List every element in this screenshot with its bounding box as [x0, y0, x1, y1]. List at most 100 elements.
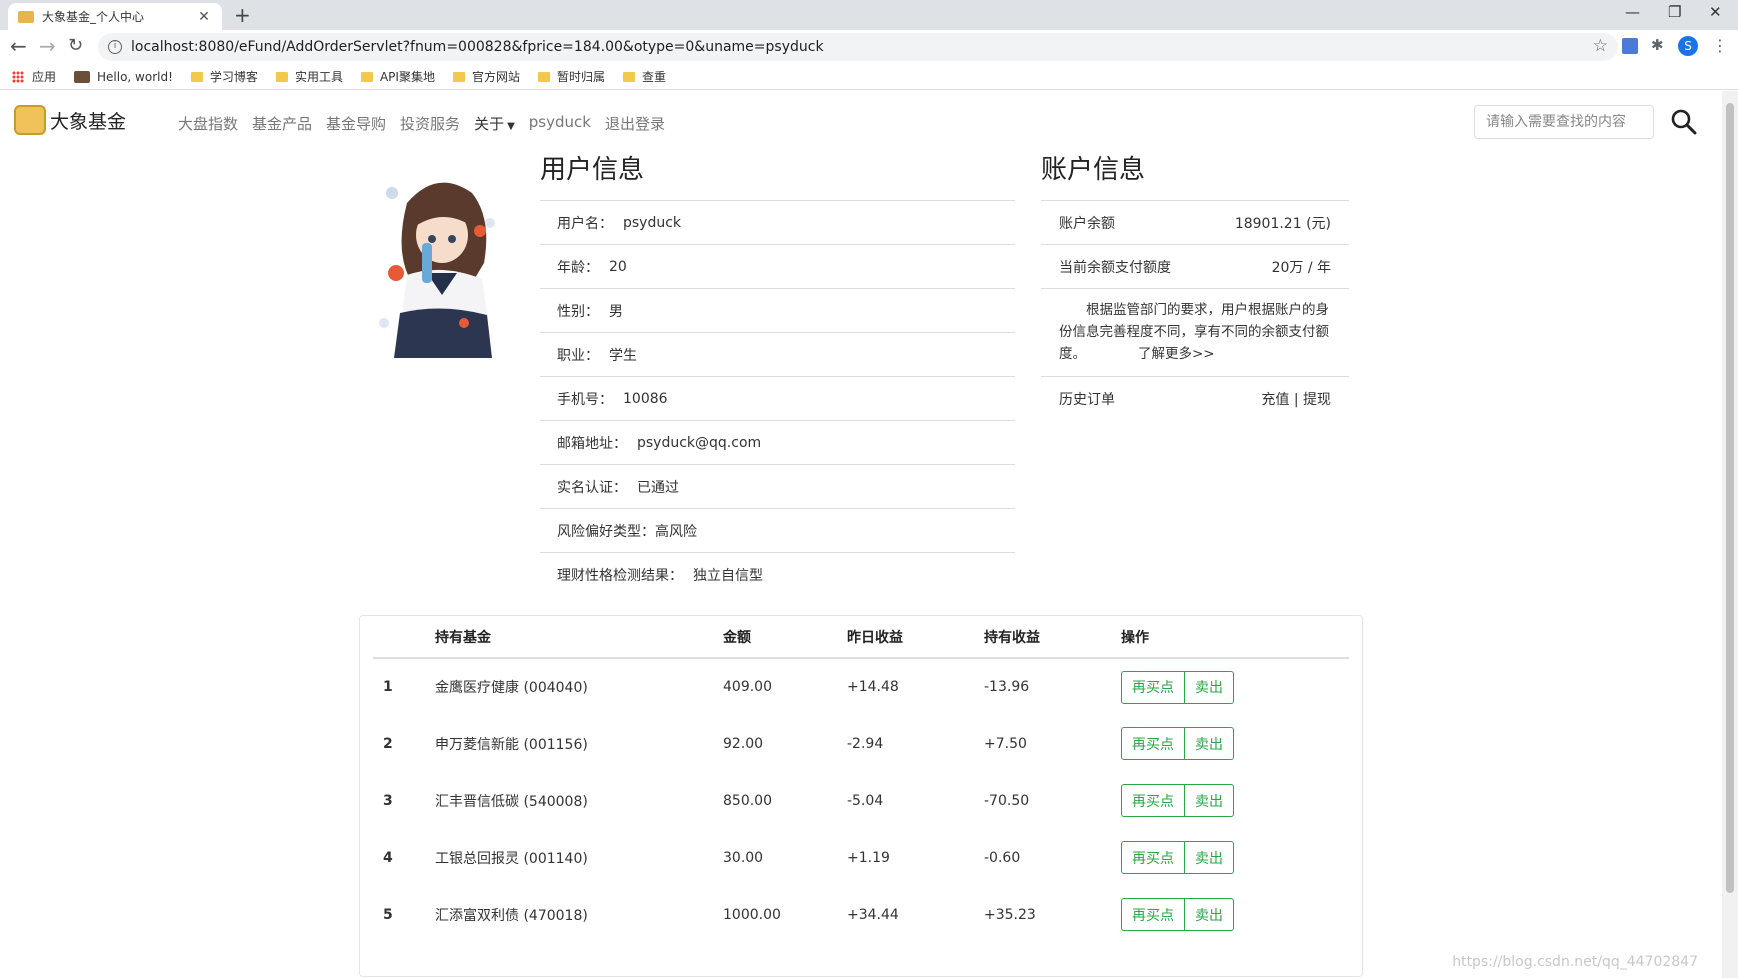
account-info-list: 账户余额 18901.21 (元) 当前余额支付额度 20万 / 年 根据监管部… — [1041, 200, 1349, 420]
history-orders-link[interactable]: 历史订单 — [1059, 389, 1115, 409]
nav-logout[interactable]: 退出登录 — [605, 113, 665, 134]
buy-more-button[interactable]: 再买点 — [1121, 898, 1185, 931]
buy-more-button[interactable]: 再买点 — [1121, 784, 1185, 817]
buy-more-button[interactable]: 再买点 — [1121, 727, 1185, 760]
fund-name: 申万菱信新能 (001156) — [435, 736, 588, 753]
extensions-puzzle-icon[interactable]: ✱ — [1651, 36, 1664, 54]
buy-more-button[interactable]: 再买点 — [1121, 841, 1185, 874]
yesterday-earnings: +1.19 — [847, 849, 890, 866]
info-row-username: 用户名： psyduck — [540, 200, 1015, 244]
close-window-icon[interactable]: ✕ — [1709, 3, 1722, 21]
new-tab-icon[interactable]: + — [234, 3, 251, 27]
info-row-gender: 性别： 男 — [540, 288, 1015, 332]
bookmark-star-icon[interactable]: ☆ — [1593, 36, 1608, 56]
row-index: 4 — [383, 849, 393, 866]
learn-more-link[interactable]: 了解更多>> — [1138, 346, 1215, 362]
minimize-icon[interactable]: — — [1625, 3, 1640, 21]
holding-earnings: +7.50 — [984, 735, 1027, 752]
actions-cell: 再买点 卖出 — [1121, 715, 1349, 772]
page-scrollbar[interactable] — [1722, 91, 1738, 978]
reload-icon[interactable]: ↻ — [68, 35, 83, 56]
profile-avatar[interactable]: S — [1678, 36, 1698, 56]
table-row: 5 汇添富双利债 (470018) 1000.00 +34.44 +35.23 … — [373, 886, 1349, 943]
restore-icon[interactable]: ❐ — [1668, 3, 1681, 21]
account-balance-row: 账户余额 18901.21 (元) — [1041, 200, 1349, 244]
withdraw-link[interactable]: 提现 — [1303, 392, 1331, 408]
user-info-title: 用户信息 — [540, 155, 645, 185]
info-value: 高风险 — [655, 523, 697, 540]
holdings-table: 持有基金 金额 昨日收益 持有收益 操作 1 金鹰医疗健康 (004040) 4… — [373, 616, 1349, 943]
browser-menu-icon[interactable]: ⋮ — [1712, 36, 1728, 55]
nav-fund-guide[interactable]: 基金导购 — [326, 113, 386, 134]
folder-icon — [537, 71, 550, 82]
bookmark-hello-world[interactable]: Hello, world! — [74, 70, 173, 84]
folder-icon — [360, 71, 373, 82]
bookmark-folder[interactable]: 官方网站 — [452, 68, 520, 85]
address-bar[interactable]: i localhost:8080/eFund/AddOrderServlet?f… — [98, 33, 1618, 61]
fund-name: 汇添富双利债 (470018) — [435, 907, 588, 924]
nav-investment-services[interactable]: 投资服务 — [400, 113, 460, 134]
col-holding: 持有收益 — [984, 616, 1121, 659]
browser-tab[interactable]: 大象基金_个人中心 ✕ — [8, 3, 222, 30]
info-label: 年龄： — [557, 259, 599, 276]
holdings-panel: 持有基金 金额 昨日收益 持有收益 操作 1 金鹰医疗健康 (004040) 4… — [359, 615, 1363, 977]
row-index: 1 — [383, 679, 393, 695]
bookmark-folder[interactable]: API聚集地 — [360, 68, 435, 85]
user-info-list: 用户名： psyduck 年龄： 20 性别： 男 职业： 学生 手机号： 10086 邮… — [540, 200, 1015, 596]
info-icon[interactable]: i — [108, 40, 122, 54]
bookmark-apps[interactable]: 应用 — [12, 68, 56, 85]
caret-down-icon: ▼ — [507, 121, 515, 132]
nav-fund-products[interactable]: 基金产品 — [252, 113, 312, 134]
buy-more-button[interactable]: 再买点 — [1121, 670, 1185, 704]
info-label: 性别： — [557, 303, 599, 320]
brand[interactable]: 大象基金 — [14, 105, 126, 135]
info-value: 已通过 — [637, 479, 679, 496]
translate-extension-icon[interactable] — [1622, 38, 1638, 54]
amount: 1000.00 — [723, 906, 781, 923]
scrollbar-thumb[interactable] — [1726, 103, 1734, 893]
amount: 850.00 — [723, 792, 772, 809]
browser-toolbar: ← → ↻ i localhost:8080/eFund/AddOrderSer… — [0, 30, 1738, 64]
folder-icon — [622, 71, 635, 82]
nav-username[interactable]: psyduck — [529, 113, 591, 134]
amount: 92.00 — [723, 735, 764, 752]
bookmark-label: 暂时归属 — [556, 70, 605, 84]
bookmark-label: 查重 — [641, 70, 666, 84]
bookmark-folder[interactable]: 实用工具 — [275, 68, 343, 85]
close-tab-icon[interactable]: ✕ — [196, 9, 212, 25]
bookmark-folder[interactable]: 暂时归属 — [537, 68, 605, 85]
nav-market-index[interactable]: 大盘指数 — [178, 113, 238, 134]
info-row-email: 邮箱地址： psyduck@qq.com — [540, 420, 1015, 464]
info-row-phone: 手机号： 10086 — [540, 376, 1015, 420]
avatar — [372, 163, 512, 358]
sell-button[interactable]: 卖出 — [1185, 898, 1234, 931]
search-icon[interactable] — [1670, 108, 1698, 136]
sell-button[interactable]: 卖出 — [1185, 784, 1234, 817]
info-label: 用户名： — [557, 215, 613, 232]
site-navbar: 大象基金 大盘指数 基金产品 基金导购 投资服务 关于 ▼ psyduck 退出登… — [0, 91, 1722, 155]
bookmark-folder[interactable]: 学习博客 — [190, 68, 258, 85]
back-icon[interactable]: ← — [10, 34, 27, 58]
folder-icon — [275, 71, 288, 82]
info-row-personality: 理财性格检测结果： 独立自信型 — [540, 552, 1015, 596]
sell-button[interactable]: 卖出 — [1185, 670, 1234, 704]
table-row: 3 汇丰晋信低碳 (540008) 850.00 -5.04 -70.50 再买… — [373, 772, 1349, 829]
recharge-link[interactable]: 充值 — [1261, 392, 1289, 408]
url-text: localhost:8080/eFund/AddOrderServlet?fnu… — [131, 39, 824, 55]
tab-strip: 大象基金_个人中心 ✕ + — ❐ ✕ — [0, 0, 1738, 30]
actions-cell: 再买点 卖出 — [1121, 829, 1349, 886]
forward-icon[interactable]: → — [39, 34, 56, 58]
sell-button[interactable]: 卖出 — [1185, 841, 1234, 874]
bookmark-folder[interactable]: 查重 — [622, 68, 666, 85]
info-row-risk-preference: 风险偏好类型： 高风险 — [540, 508, 1015, 552]
nav-about-label: 关于 — [474, 115, 505, 133]
info-value: 20 — [609, 258, 627, 275]
history-orders-row: 历史订单 充值 | 提现 — [1041, 376, 1349, 420]
search-input[interactable] — [1474, 105, 1654, 139]
col-actions: 操作 — [1121, 616, 1349, 659]
actions-cell: 再买点 卖出 — [1121, 772, 1349, 829]
table-row: 2 申万菱信新能 (001156) 92.00 -2.94 +7.50 再买点卖… — [373, 715, 1349, 772]
nav-about-dropdown[interactable]: 关于 ▼ — [474, 113, 515, 134]
bookmarks-bar: 应用 Hello, world! 学习博客 实用工具 API聚集地 官方网站 暂… — [0, 64, 1738, 90]
sell-button[interactable]: 卖出 — [1185, 727, 1234, 760]
